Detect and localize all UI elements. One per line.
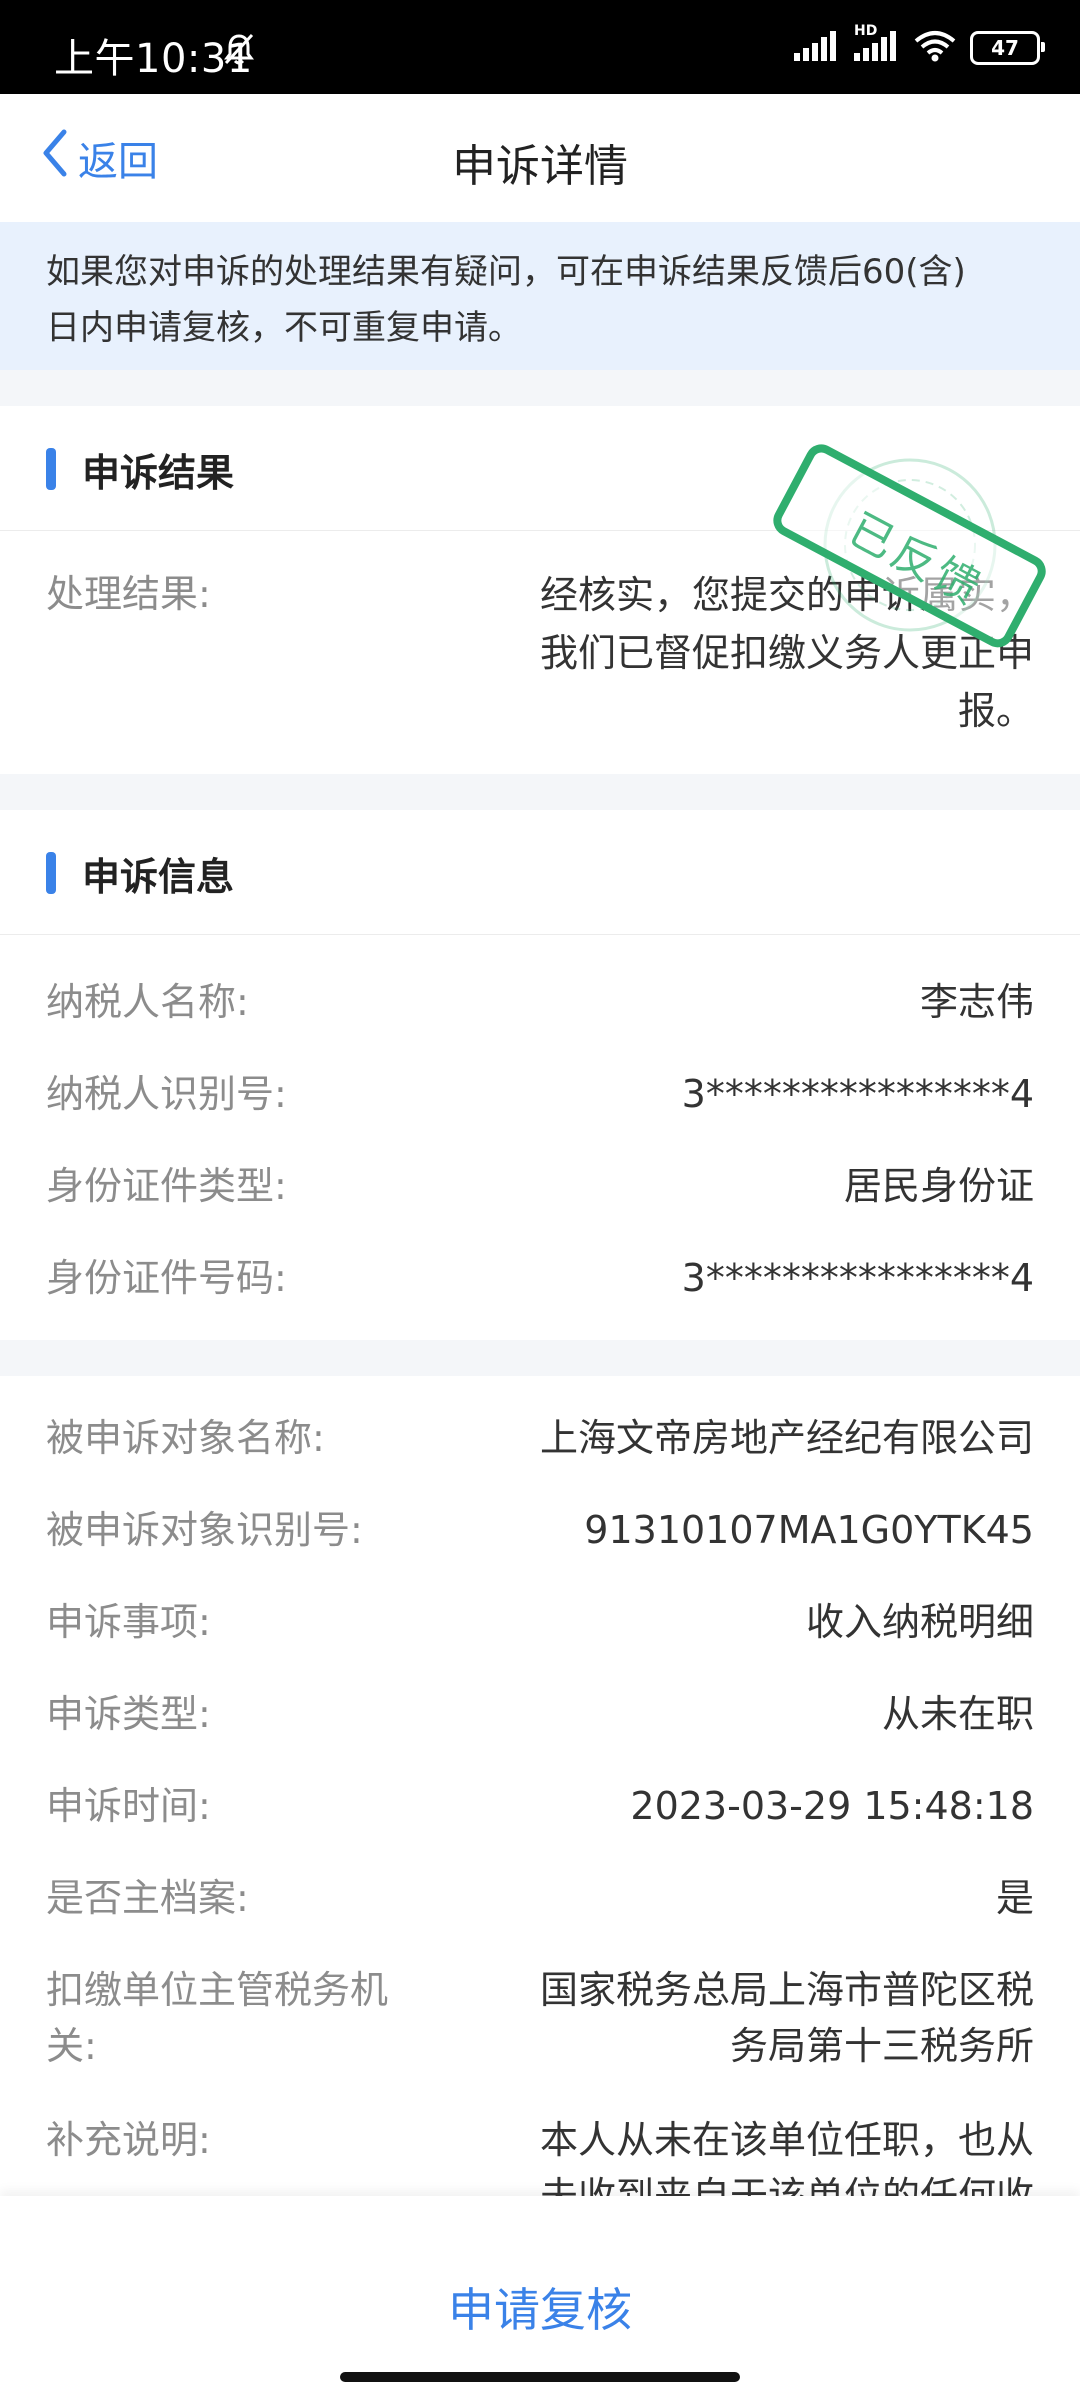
signal-icon [794,31,840,65]
result-section-header: 申诉结果 [0,406,1080,531]
info-row: 纳税人识别号: 3****************4 [46,1066,1034,1122]
detail-label: 被申诉对象识别号: [46,1508,363,1552]
info-value: 3****************4 [681,1256,1034,1300]
page-title: 申诉详情 [452,141,628,192]
detail-value: 91310107MA1G0YTK45 [584,1508,1034,1552]
notice-line-1: 如果您对申诉的处理结果有疑问，可在申诉结果反馈后60(含) [46,252,966,292]
info-value: 居民身份证 [843,1164,1034,1208]
review-notice: 如果您对申诉的处理结果有疑问，可在申诉结果反馈后60(含) 日内申请复核，不可重… [0,222,1080,370]
info-label: 纳税人名称: [46,980,249,1024]
detail-row: 被申诉对象识别号: 91310107MA1G0YTK45 [46,1502,1034,1558]
detail-row: 申诉类型: 从未在职 [46,1686,1034,1742]
hd-signal-icon: HD [854,23,900,65]
authority-row: 扣缴单位主管税务机 关: 国家税务总局上海市普陀区税 务局第十三税务所 [46,1962,1034,2074]
info-value: 3****************4 [681,1072,1034,1116]
detail-label: 申诉类型: [46,1692,211,1736]
info-section-header: 申诉信息 [0,810,1080,935]
detail-value: 上海文帝房地产经纪有限公司 [539,1416,1034,1460]
result-section-title: 申诉结果 [82,451,235,495]
detail-value: 2023-03-29 15:48:18 [630,1784,1034,1828]
wifi-icon [914,30,956,66]
bottom-action-bar: 申请复核 [0,2196,1080,2400]
detail-label: 申诉事项: [46,1600,211,1644]
request-review-button[interactable]: 申请复核 [0,2274,1080,2340]
info-row: 身份证件号码: 3****************4 [46,1250,1034,1306]
detail-label: 是否主档案: [46,1876,249,1920]
detail-row: 被申诉对象名称: 上海文帝房地产经纪有限公司 [46,1410,1034,1466]
result-label: 处理结果: [46,572,211,616]
detail-row: 申诉事项: 收入纳税明细 [46,1594,1034,1650]
detail-card: 被申诉对象名称: 上海文帝房地产经纪有限公司 被申诉对象识别号: 9131010… [0,1376,1080,2218]
info-section-title: 申诉信息 [82,855,235,899]
info-value: 李志伟 [919,980,1034,1024]
authority-label: 扣缴单位主管税务机 关: [46,1968,389,2068]
detail-label: 被申诉对象名称: [46,1416,325,1460]
detail-row: 是否主档案: 是 [46,1870,1034,1926]
detail-value: 从未在职 [881,1692,1034,1736]
info-label: 纳税人识别号: [46,1072,287,1116]
result-card: 申诉结果 处理结果: 经核实，您提交的申诉属实， 我们已督促扣缴义务人更正申 报… [0,406,1080,774]
status-bar: 上午10:31 HD 47 [0,0,1080,94]
section-accent-bar [46,448,56,490]
info-row: 身份证件类型: 居民身份证 [46,1158,1034,1214]
section-accent-bar [46,852,56,894]
info-card: 申诉信息 纳税人名称: 李志伟 纳税人识别号: 3***************… [0,810,1080,1340]
info-label: 身份证件类型: [46,1164,287,1208]
battery-icon: 47 [970,31,1045,65]
notice-line-2: 日内申请复核，不可重复申请。 [46,308,522,348]
home-indicator[interactable] [340,2372,740,2382]
nav-bar: 返回 申诉详情 [0,94,1080,223]
status-icons: HD 47 [794,23,1045,66]
detail-label: 申诉时间: [46,1784,211,1828]
bell-muted-icon [222,32,256,70]
detail-row: 申诉时间: 2023-03-29 15:48:18 [46,1778,1034,1834]
info-row: 纳税人名称: 李志伟 [46,974,1034,1030]
detail-value: 收入纳税明细 [805,1600,1034,1644]
authority-value: 国家税务总局上海市普陀区税 务局第十三税务所 [539,1968,1034,2068]
result-row: 处理结果: 经核实，您提交的申诉属实， 我们已督促扣缴义务人更正申 报。 [46,566,1034,740]
result-value: 经核实，您提交的申诉属实， 我们已督促扣缴义务人更正申 报。 [539,573,1034,733]
detail-value: 是 [995,1876,1034,1920]
info-label: 身份证件号码: [46,1256,287,1300]
